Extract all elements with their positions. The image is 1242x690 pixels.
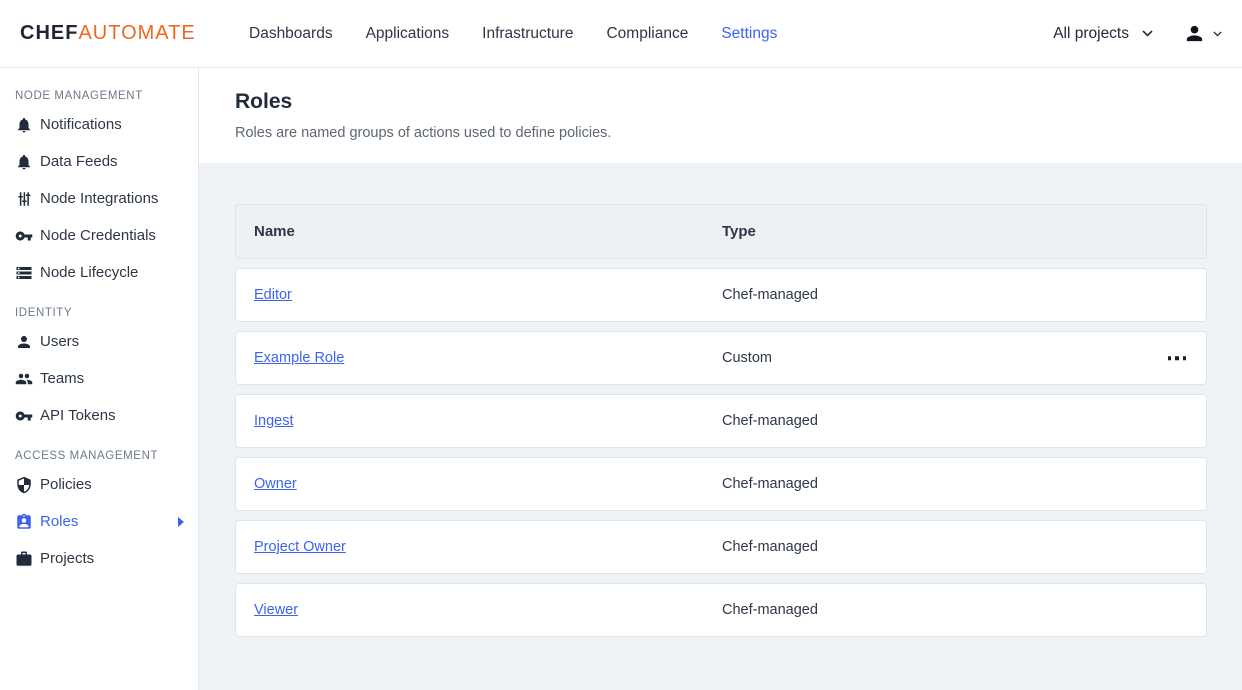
- sidebar-section-identity: IDENTITY: [0, 307, 198, 319]
- table-row: Project Owner Chef-managed: [235, 520, 1207, 574]
- person-icon: [15, 333, 33, 351]
- key-icon: [15, 227, 33, 245]
- role-type: Chef-managed: [722, 287, 1206, 303]
- sidebar-item-roles[interactable]: Roles: [0, 503, 198, 540]
- sidebar-item-label: Teams: [40, 370, 84, 387]
- sidebar-section-access-management: ACCESS MANAGEMENT: [0, 450, 198, 462]
- main-nav: Dashboards Applications Infrastructure C…: [249, 25, 777, 43]
- logo-chef: CHEF: [20, 22, 78, 44]
- sidebar-item-label: Data Feeds: [40, 153, 118, 170]
- settings-sidebar: NODE MANAGEMENT Notifications Data Feeds…: [0, 68, 199, 690]
- expanded-indicator-icon: [178, 517, 184, 527]
- role-type: Chef-managed: [722, 413, 1206, 429]
- sidebar-item-label: Node Integrations: [40, 190, 158, 207]
- role-link-ingest[interactable]: Ingest: [254, 413, 294, 429]
- group-icon: [15, 370, 33, 388]
- sidebar-item-label: API Tokens: [40, 407, 116, 424]
- roles-table: Name Type Editor Chef-managed Example Ro…: [235, 204, 1207, 637]
- sidebar-item-label: Node Lifecycle: [40, 264, 138, 281]
- role-type: Chef-managed: [722, 476, 1206, 492]
- sidebar-item-policies[interactable]: Policies: [0, 466, 198, 503]
- sidebar-item-api-tokens[interactable]: API Tokens: [0, 397, 198, 434]
- role-link-viewer[interactable]: Viewer: [254, 602, 298, 618]
- role-link-example-role[interactable]: Example Role: [254, 350, 344, 366]
- nav-dashboards[interactable]: Dashboards: [249, 25, 333, 43]
- top-nav-bar: CHEFAUTOMATE Dashboards Applications Inf…: [0, 0, 1242, 68]
- column-header-type: Type: [722, 223, 1206, 240]
- table-row: Editor Chef-managed: [235, 268, 1207, 322]
- role-type: Custom: [722, 350, 1206, 366]
- badge-icon: [15, 513, 33, 531]
- key-icon: [15, 407, 33, 425]
- sidebar-section-node-management: NODE MANAGEMENT: [0, 90, 198, 102]
- chef-automate-logo[interactable]: CHEFAUTOMATE: [0, 22, 199, 45]
- sidebar-item-label: Users: [40, 333, 79, 350]
- role-link-project-owner[interactable]: Project Owner: [254, 539, 346, 555]
- table-row: Viewer Chef-managed: [235, 583, 1207, 637]
- nav-infrastructure[interactable]: Infrastructure: [482, 25, 573, 43]
- sidebar-item-node-credentials[interactable]: Node Credentials: [0, 217, 198, 254]
- nav-settings[interactable]: Settings: [721, 25, 777, 43]
- user-menu-button[interactable]: [1183, 22, 1222, 45]
- sidebar-item-users[interactable]: Users: [0, 323, 198, 360]
- sidebar-item-label: Policies: [40, 476, 92, 493]
- chevron-down-icon: [1142, 30, 1153, 37]
- nav-applications[interactable]: Applications: [366, 25, 450, 43]
- sidebar-item-projects[interactable]: Projects: [0, 540, 198, 577]
- table-row: Owner Chef-managed: [235, 457, 1207, 511]
- page-header: Roles Roles are named groups of actions …: [199, 68, 1242, 163]
- shield-icon: [15, 476, 33, 494]
- role-type: Chef-managed: [722, 539, 1206, 555]
- sidebar-item-notifications[interactable]: Notifications: [0, 106, 198, 143]
- page-description: Roles are named groups of actions used t…: [235, 125, 1206, 141]
- logo-automate: AUTOMATE: [78, 22, 195, 44]
- sidebar-item-label: Projects: [40, 550, 94, 567]
- row-menu-kebab-icon[interactable]: [1164, 350, 1191, 366]
- projects-dropdown-label: All projects: [1053, 25, 1129, 43]
- table-row: Ingest Chef-managed: [235, 394, 1207, 448]
- role-link-editor[interactable]: Editor: [254, 287, 292, 303]
- chevron-down-icon: [1213, 31, 1222, 37]
- sidebar-item-data-feeds[interactable]: Data Feeds: [0, 143, 198, 180]
- table-header-row: Name Type: [235, 204, 1207, 259]
- sidebar-item-label: Roles: [40, 513, 78, 530]
- sidebar-item-teams[interactable]: Teams: [0, 360, 198, 397]
- table-row: Example Role Custom: [235, 331, 1207, 385]
- role-link-owner[interactable]: Owner: [254, 476, 297, 492]
- page-title: Roles: [235, 90, 1206, 114]
- sidebar-item-label: Node Credentials: [40, 227, 156, 244]
- column-header-name: Name: [236, 223, 722, 240]
- briefcase-icon: [15, 550, 33, 568]
- page-body: Name Type Editor Chef-managed Example Ro…: [199, 163, 1242, 690]
- sidebar-item-node-lifecycle[interactable]: Node Lifecycle: [0, 254, 198, 291]
- sidebar-item-label: Notifications: [40, 116, 122, 133]
- sidebar-item-node-integrations[interactable]: Node Integrations: [0, 180, 198, 217]
- top-bar-right: All projects: [1053, 22, 1242, 45]
- list-icon: [15, 264, 33, 282]
- main-content: Roles Roles are named groups of actions …: [199, 68, 1242, 690]
- projects-dropdown[interactable]: All projects: [1053, 25, 1153, 43]
- person-icon: [1183, 22, 1206, 45]
- bell-icon: [15, 116, 33, 134]
- bell-icon: [15, 153, 33, 171]
- sliders-icon: [15, 190, 33, 208]
- nav-compliance[interactable]: Compliance: [606, 25, 688, 43]
- role-type: Chef-managed: [722, 602, 1206, 618]
